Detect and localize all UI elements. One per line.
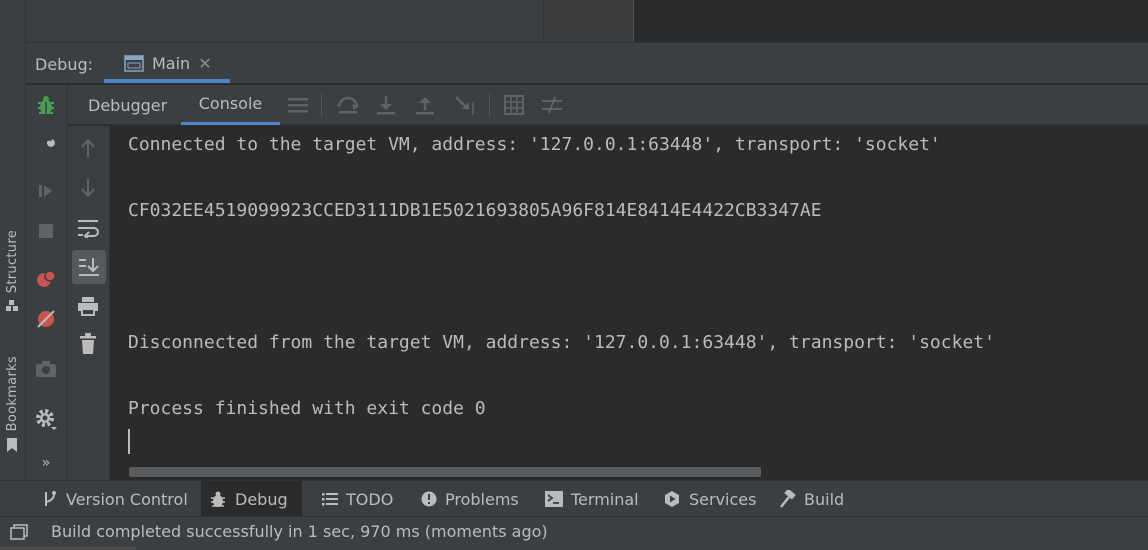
structure-tab[interactable]: Structure [0,230,24,313]
tab-version-control-label: Version Control [66,489,188,509]
bug-icon[interactable] [34,93,58,117]
arrow-up-icon[interactable] [76,136,100,160]
window-icon [124,54,144,72]
console-line: Connected to the target VM, address: '12… [128,134,941,155]
bookmarks-tab[interactable]: Bookmarks [0,356,24,453]
tab-main-label: Main [152,54,191,73]
ide-window: Structure Bookmarks Debug: Main ✕ » Debu… [0,0,1148,550]
print-icon[interactable] [76,294,100,318]
tab-build[interactable]: Build [770,481,852,517]
tab-services-label: Services [689,489,757,509]
arrow-down-icon[interactable] [76,176,100,200]
close-icon[interactable]: ✕ [198,54,211,73]
debug-header: Debug: Main ✕ [26,42,1148,84]
debug-sub-toolbar: Debugger Console [68,85,1148,125]
evaluate-expression-icon[interactable] [502,93,526,117]
left-tool-stripe: Structure Bookmarks [0,42,26,480]
tab-build-label: Build [804,489,845,509]
wrench-icon[interactable] [34,131,58,155]
bottom-tool-bar: Version Control Debug TODO Problems Term… [0,480,1148,517]
toolbar-separator [489,93,490,117]
mute-breakpoints-icon[interactable] [34,307,58,331]
more-icon[interactable]: » [34,451,58,475]
console-gutter [68,126,110,480]
step-out-icon[interactable] [413,93,437,117]
editor-area [0,0,1148,42]
top-left-strip [0,0,26,42]
list-icon [322,492,338,506]
horizontal-scrollbar[interactable] [129,467,761,477]
status-bar: Build completed successfully in 1 sec, 9… [0,516,1148,550]
trace-icon[interactable] [540,93,564,117]
toolbar-separator [321,93,322,117]
hammer-icon [778,490,796,508]
tab-debug-label: Debug [235,489,288,509]
resume-icon[interactable] [34,179,58,203]
bookmarks-tab-label: Bookmarks [4,356,20,432]
tab-debugger[interactable]: Debugger [88,85,167,125]
tool-windows-icon[interactable] [10,524,28,544]
tab-debug[interactable]: Debug [201,481,302,517]
view-breakpoints-icon[interactable] [34,267,58,291]
debug-toolbar: » [26,85,68,480]
structure-tab-label: Structure [4,230,20,294]
run-to-cursor-icon[interactable] [453,93,477,117]
tab-version-control[interactable]: Version Control [34,481,196,517]
menu-icon[interactable] [286,93,310,117]
bug-icon [209,490,227,508]
branch-icon [42,490,58,508]
step-over-icon[interactable] [336,93,360,117]
tab-main-underline [104,79,230,83]
debug-label: Debug: [35,55,94,74]
status-message: Build completed successfully in 1 sec, 9… [51,522,548,541]
terminal-icon [545,491,563,507]
editor-pane-right [633,0,1148,42]
tab-console-label: Console [198,94,263,113]
tab-debugger-label: Debugger [88,95,168,115]
play-circle-icon [663,490,681,508]
structure-icon [6,300,18,312]
console-line: CF032EE4519099923CCED3111DB1E5021693805A… [128,200,822,221]
tab-main[interactable]: Main ✕ [104,43,230,84]
tab-problems[interactable]: Problems [413,481,527,517]
tab-terminal-label: Terminal [571,489,639,509]
tab-problems-label: Problems [445,489,519,509]
scroll-to-end-icon[interactable] [72,250,106,284]
camera-icon[interactable] [34,357,58,381]
tab-todo[interactable]: TODO [314,481,401,517]
warning-icon [421,491,437,507]
console-line: Process finished with exit code 0 [128,398,486,419]
bookmark-icon [7,438,17,453]
console-output[interactable]: Connected to the target VM, address: '12… [111,126,1148,480]
text-cursor [128,429,130,454]
console-line: Disconnected from the target VM, address… [128,332,995,353]
tab-console[interactable]: Console [181,85,280,125]
tab-todo-label: TODO [346,489,394,509]
tab-terminal[interactable]: Terminal [537,481,647,517]
editor-pane-middle [543,0,633,42]
editor-pane-left [26,0,543,42]
soft-wrap-icon[interactable] [76,216,100,240]
stop-icon[interactable] [34,219,58,243]
trash-icon[interactable] [76,332,100,356]
tab-services[interactable]: Services [655,481,764,517]
step-into-icon[interactable] [374,93,398,117]
gear-icon[interactable] [34,407,58,431]
